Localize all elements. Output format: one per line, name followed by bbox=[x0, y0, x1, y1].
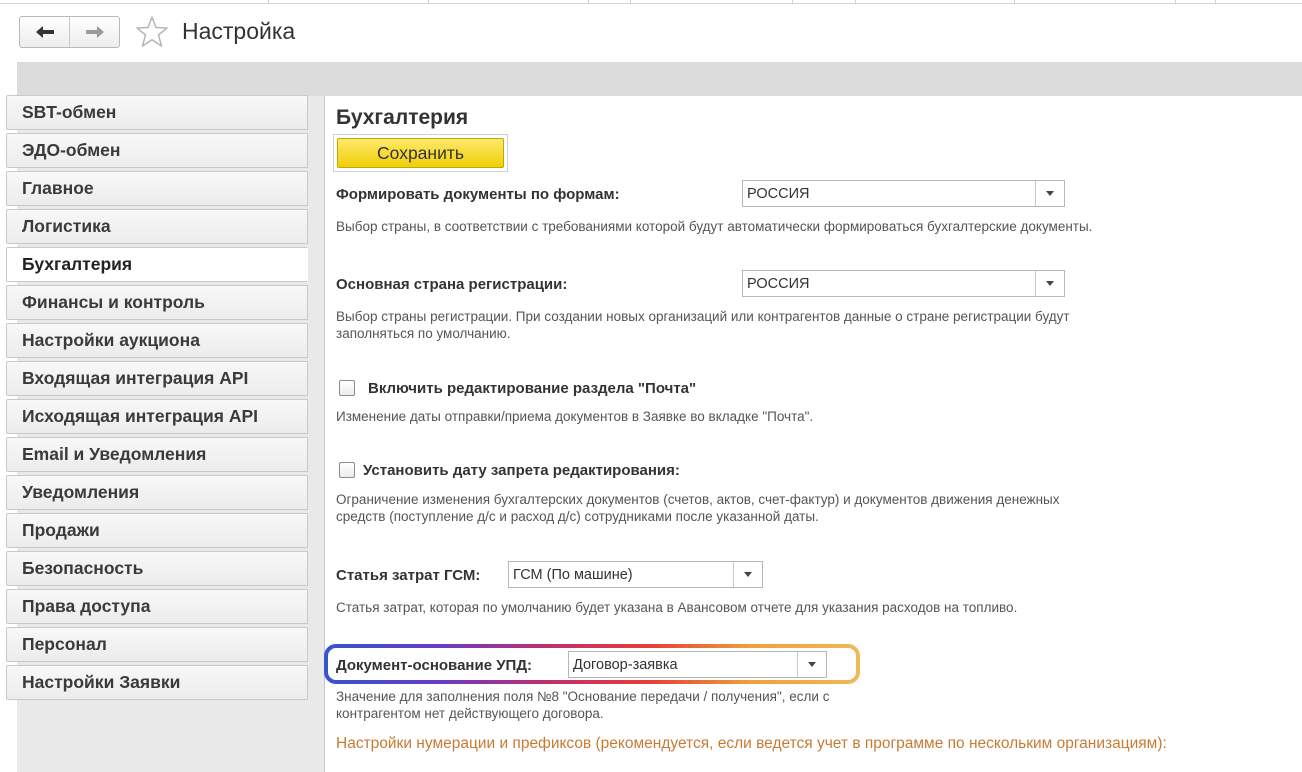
back-button[interactable] bbox=[20, 17, 69, 47]
upd-select-value: Договор-заявка bbox=[573, 656, 678, 673]
sidebar-item-edo-exchange[interactable]: ЭДО-обмен bbox=[6, 133, 308, 168]
forms-hint: Выбор страны, в соответствии с требовани… bbox=[336, 219, 1093, 234]
edit-lock-label[interactable]: Установить дату запрета редактирования: bbox=[363, 462, 680, 479]
save-button-frame: Сохранить bbox=[333, 134, 508, 172]
country-select-value: РОССИЯ bbox=[747, 275, 810, 292]
sidebar-item-logistics[interactable]: Логистика bbox=[6, 209, 308, 244]
chevron-down-icon bbox=[808, 662, 816, 667]
numbering-settings-note: Настройки нумерации и префиксов (рекомен… bbox=[336, 735, 1167, 752]
fuel-select[interactable]: ГСМ (По машине) bbox=[508, 561, 763, 588]
mail-edit-label[interactable]: Включить редактирование раздела "Почта" bbox=[368, 380, 696, 397]
toolbar-band bbox=[17, 62, 1302, 96]
sidebar-item-incoming-api[interactable]: Входящая интеграция API bbox=[6, 361, 308, 396]
country-hint-line1: Выбор страны регистрации. При создании н… bbox=[336, 309, 1070, 324]
country-hint-line2: заполняться по умолчанию. bbox=[336, 326, 511, 341]
upd-select[interactable]: Договор-заявка bbox=[568, 651, 827, 678]
chevron-down-icon bbox=[744, 572, 752, 577]
sidebar-item-access-rights[interactable]: Права доступа bbox=[6, 589, 308, 624]
arrow-left-icon bbox=[35, 26, 54, 38]
sidebar-item-security[interactable]: Безопасность bbox=[6, 551, 308, 586]
upd-hint-line1: Значение для заполнения поля №8 "Основан… bbox=[336, 689, 830, 704]
forms-select[interactable]: РОССИЯ bbox=[742, 180, 1065, 207]
fuel-dropdown-button[interactable] bbox=[733, 562, 762, 587]
upd-hint-line2: контрагентом нет действующего договора. bbox=[336, 706, 604, 721]
star-icon[interactable] bbox=[135, 15, 169, 49]
edit-lock-checkbox[interactable] bbox=[339, 462, 355, 478]
forms-dropdown-button[interactable] bbox=[1035, 181, 1064, 206]
sidebar-item-sbt-exchange[interactable]: SBT-обмен bbox=[6, 95, 308, 130]
edit-lock-hint-line2: средств (поступление д/с и расход д/с) с… bbox=[336, 509, 819, 524]
sidebar-item-accounting[interactable]: Бухгалтерия bbox=[6, 247, 308, 282]
sidebar-item-request-settings[interactable]: Настройки Заявки bbox=[6, 665, 308, 700]
save-button[interactable]: Сохранить bbox=[337, 138, 504, 168]
top-strip bbox=[0, 0, 1302, 4]
arrow-right-icon bbox=[85, 26, 104, 38]
forward-button[interactable] bbox=[69, 17, 119, 47]
upd-label: Документ-основание УПД: bbox=[336, 657, 533, 674]
chevron-down-icon bbox=[1046, 281, 1054, 286]
sidebar-item-email-notifications[interactable]: Email и Уведомления bbox=[6, 437, 308, 472]
sidebar-item-finance-control[interactable]: Финансы и контроль bbox=[6, 285, 308, 320]
country-label: Основная страна регистрации: bbox=[336, 276, 568, 293]
sidebar-item-personnel[interactable]: Персонал bbox=[6, 627, 308, 662]
sidebar-item-main[interactable]: Главное bbox=[6, 171, 308, 206]
page-title: Настройка bbox=[182, 18, 296, 44]
sidebar-item-sales[interactable]: Продажи bbox=[6, 513, 308, 548]
sidebar-item-outgoing-api[interactable]: Исходящая интеграция API bbox=[6, 399, 308, 434]
fuel-hint: Статья затрат, которая по умолчанию буде… bbox=[336, 600, 1018, 615]
fuel-select-value: ГСМ (По машине) bbox=[513, 566, 633, 583]
mail-edit-hint: Изменение даты отправки/приема документо… bbox=[336, 409, 814, 424]
edit-lock-hint-line1: Ограничение изменения бухгалтерских доку… bbox=[336, 492, 1060, 507]
upd-dropdown-button[interactable] bbox=[797, 652, 826, 677]
section-title: Бухгалтерия bbox=[336, 106, 469, 129]
sidebar-item-notifications[interactable]: Уведомления bbox=[6, 475, 308, 510]
history-nav bbox=[19, 16, 120, 48]
sidebar-item-auction-settings[interactable]: Настройки аукциона bbox=[6, 323, 308, 358]
country-dropdown-button[interactable] bbox=[1035, 271, 1064, 296]
mail-edit-checkbox[interactable] bbox=[339, 380, 355, 396]
country-select[interactable]: РОССИЯ bbox=[742, 270, 1065, 297]
fuel-label: Статья затрат ГСМ: bbox=[336, 567, 481, 584]
forms-select-value: РОССИЯ bbox=[747, 185, 810, 202]
chevron-down-icon bbox=[1046, 191, 1054, 196]
forms-label: Формировать документы по формам: bbox=[336, 186, 620, 203]
